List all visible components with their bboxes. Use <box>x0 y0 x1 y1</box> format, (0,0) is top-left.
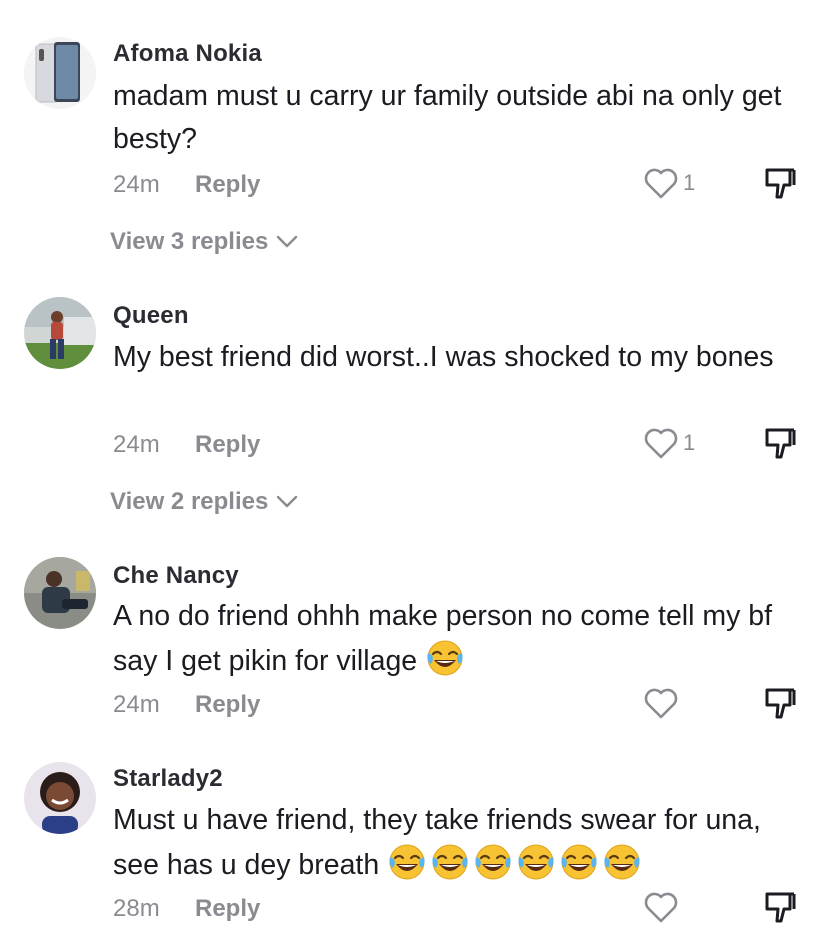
avatar[interactable] <box>24 297 96 369</box>
timestamp: 24m <box>113 691 160 718</box>
like-button[interactable] <box>643 686 679 720</box>
dislike-button[interactable] <box>762 889 798 930</box>
laughing-crying-emoji <box>430 842 470 882</box>
username[interactable]: Queen <box>113 302 189 330</box>
laughing-crying-emoji <box>425 638 465 678</box>
laughing-crying-emoji <box>473 842 513 882</box>
view-replies-label: View 3 replies <box>110 228 269 255</box>
avatar-image <box>24 762 96 834</box>
reply-button[interactable]: Reply <box>195 895 260 923</box>
heart-icon <box>644 892 678 923</box>
comment-text: Must u have friend, they take friends sw… <box>113 799 803 887</box>
laughing-crying-emoji <box>516 842 556 882</box>
dislike-button[interactable] <box>762 685 798 726</box>
emoji-group <box>387 842 642 882</box>
avatar[interactable] <box>24 762 96 834</box>
username[interactable]: Starlady2 <box>113 765 223 793</box>
heart-icon <box>644 688 678 719</box>
reply-button[interactable]: Reply <box>195 691 260 719</box>
chevron-down-icon <box>277 235 298 248</box>
username[interactable]: Che Nancy <box>113 562 239 590</box>
timestamp: 28m <box>113 895 160 922</box>
thumbs-down-icon <box>765 428 796 459</box>
thumbs-down-icon <box>765 688 796 719</box>
comment-item: Queen My best friend did worst..I was sh… <box>0 280 828 540</box>
timestamp: 24m <box>113 431 160 458</box>
thumbs-down-icon <box>765 168 796 199</box>
like-count: 1 <box>683 430 696 455</box>
like-count: 1 <box>683 170 696 195</box>
comment-item: Afoma Nokia madam must u carry ur family… <box>0 0 828 280</box>
comment-item: Che Nancy A no do friend ohhh make perso… <box>0 540 828 745</box>
like-button[interactable]: 1 <box>643 426 695 460</box>
reply-button[interactable]: Reply <box>195 431 260 459</box>
heart-icon <box>644 428 678 459</box>
thumbs-down-icon <box>765 892 796 923</box>
comment-text: My best friend did worst..I was shocked … <box>113 341 774 373</box>
avatar[interactable] <box>24 37 96 109</box>
emoji-group <box>425 638 465 678</box>
comment-item: Starlady2 Must u have friend, they take … <box>0 745 828 943</box>
avatar-image <box>24 37 96 109</box>
like-button[interactable] <box>643 890 679 924</box>
avatar[interactable] <box>24 557 96 629</box>
avatar-image <box>24 557 96 629</box>
view-replies-button[interactable]: View 3 replies <box>110 228 298 256</box>
like-button[interactable]: 1 <box>643 166 695 200</box>
laughing-crying-emoji <box>602 842 642 882</box>
laughing-crying-emoji <box>387 842 427 882</box>
dislike-button[interactable] <box>762 425 798 466</box>
avatar-image <box>24 297 96 369</box>
laughing-crying-emoji <box>559 842 599 882</box>
timestamp: 24m <box>113 171 160 198</box>
comment-text: madam must u carry ur family outside abi… <box>113 80 782 155</box>
dislike-button[interactable] <box>762 165 798 206</box>
view-replies-button[interactable]: View 2 replies <box>110 488 298 516</box>
view-replies-label: View 2 replies <box>110 488 269 515</box>
heart-icon <box>644 168 678 199</box>
username[interactable]: Afoma Nokia <box>113 40 262 68</box>
comment-text: A no do friend ohhh make person no come … <box>113 595 803 683</box>
reply-button[interactable]: Reply <box>195 171 260 199</box>
chevron-down-icon <box>277 495 298 508</box>
